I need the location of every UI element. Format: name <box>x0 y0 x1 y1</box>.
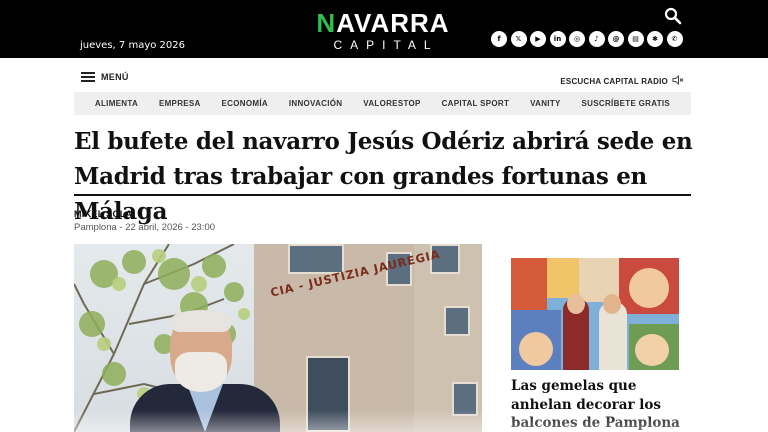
site-logo[interactable]: NAVARRA CAPITAL <box>312 9 454 52</box>
hamburger-icon <box>81 72 95 82</box>
section-nav: ALIMENTA EMPRESA ECONOMÍA INNOVACIÓN VALORES… <box>74 92 691 115</box>
nav-item-valorestop[interactable]: VALORESTOP <box>363 99 420 108</box>
menu-label: MENÚ <box>101 72 129 82</box>
nav-item-capital-sport[interactable]: CAPITAL SPORT <box>442 99 510 108</box>
logo-main-text: AVARRA <box>336 8 450 38</box>
nav-item-economía[interactable]: ECONOMÍA <box>222 99 268 108</box>
menu-button[interactable]: MENÚ <box>81 72 129 82</box>
whatsapp-icon[interactable]: ✆ <box>666 31 683 47</box>
radio-link[interactable]: ESCUCHA CAPITAL RADIO <box>560 72 684 90</box>
facebook-icon[interactable]: f <box>491 31 507 47</box>
logo-subtitle: CAPITAL <box>333 38 439 52</box>
spotify-icon[interactable]: ✱ <box>647 31 663 47</box>
nav-item-innovación[interactable]: INNOVACIÓN <box>289 99 343 108</box>
current-date: jueves, 7 mayo 2026 <box>80 40 185 51</box>
article-headline: El bufete del navarro Jesús Odériz abrir… <box>74 128 693 225</box>
x-icon[interactable]: 𝕏 <box>510 31 527 47</box>
nav-item-vanity[interactable]: VANITY <box>530 99 561 108</box>
headline-divider <box>74 194 691 196</box>
article-author[interactable]: MIKEL SOLA <box>74 209 132 219</box>
article-dateline: Pamplona - 22 abril, 2026 - 23:00 <box>74 222 216 233</box>
threads-icon[interactable]: @ <box>608 31 624 47</box>
nav-item-empresa[interactable]: EMPRESA <box>159 99 201 108</box>
ivoox-icon[interactable]: ▤ <box>627 31 644 47</box>
youtube-icon[interactable]: ▶ <box>530 31 546 47</box>
linkedin-icon[interactable]: in <box>549 31 566 47</box>
radio-label: ESCUCHA CAPITAL RADIO <box>560 76 668 86</box>
tiktok-icon[interactable]: ♪ <box>588 31 605 47</box>
logo-wordmark: NAVARRA <box>312 9 454 37</box>
logo-accent-letter: N <box>316 8 337 38</box>
nav-item-alimenta[interactable]: ALIMENTA <box>95 99 138 108</box>
side-article-photo[interactable] <box>511 258 679 370</box>
top-header: jueves, 7 mayo 2026 NAVARRA CAPITAL f 𝕏 ▶ i… <box>0 0 768 58</box>
nav-item-suscríbete-gratis[interactable]: SUSCRÍBETE GRATIS <box>582 99 671 108</box>
article-main-photo[interactable]: CIA - JUSTIZIA JAUREGIA <box>74 244 482 432</box>
speaker-icon <box>672 72 684 90</box>
social-links: f 𝕏 ▶ in ◎ ♪ @ ▤ ✱ ✆ <box>491 31 683 47</box>
search-icon[interactable] <box>664 7 682 25</box>
instagram-icon[interactable]: ◎ <box>569 31 585 47</box>
side-article-title[interactable]: Las gemelas que anhelan decorar los balc… <box>511 377 691 432</box>
